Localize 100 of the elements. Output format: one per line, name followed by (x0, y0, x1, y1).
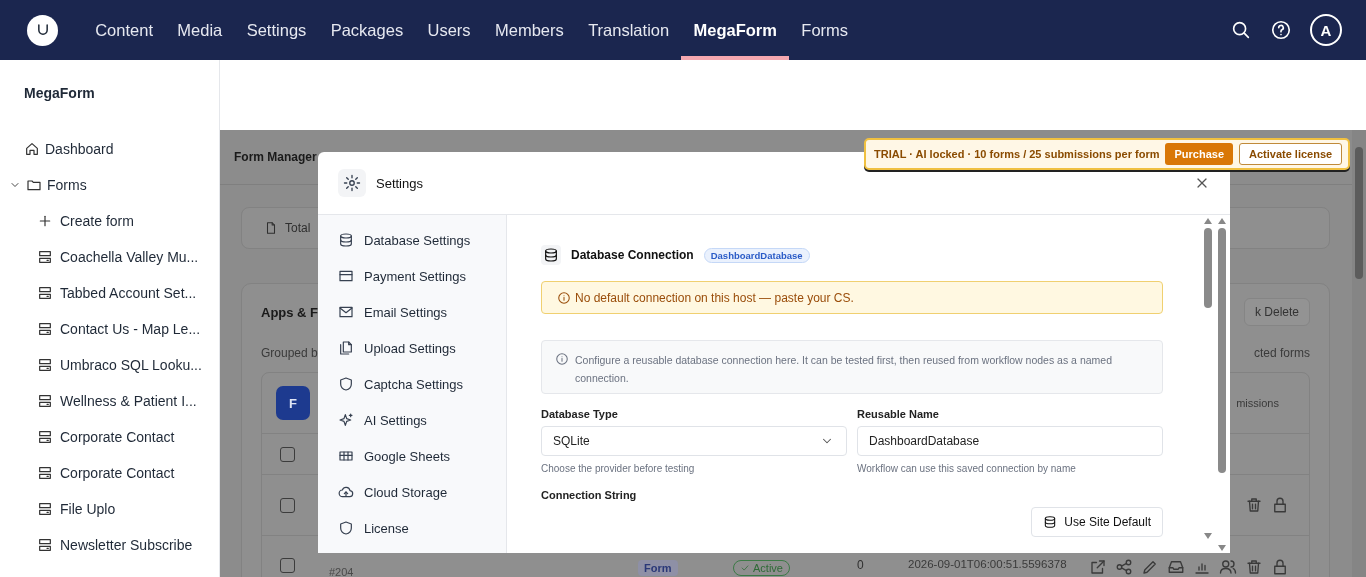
documents-icon (338, 340, 354, 356)
page-scrollbar[interactable] (1352, 130, 1366, 577)
plus-icon (37, 213, 53, 229)
submission-count: 0 (857, 558, 864, 572)
field-help-text: Workflow can use this saved connection by name (857, 463, 1077, 474)
form-avatar: F (276, 386, 310, 420)
settings-menu-item[interactable]: Cloud Storage (318, 474, 506, 510)
activate-license-button[interactable]: Activate license (1239, 143, 1343, 165)
tree-item[interactable]: Dashboard (0, 131, 219, 167)
gear-icon (338, 169, 366, 197)
home-icon (24, 141, 40, 157)
form-icon (37, 537, 53, 553)
row-checkbox[interactable] (280, 558, 295, 573)
form-icon (37, 465, 53, 481)
type-badge: Form (638, 560, 678, 576)
cloud-upload-icon (338, 484, 354, 500)
info-text: Configure a reusable database connection here. It can be tested first, then reused from workflow nodes as a named connection. (575, 353, 1113, 386)
form-icon (37, 429, 53, 445)
settings-menu-item[interactable]: Email Settings (318, 294, 506, 330)
settings-menu-item[interactable]: Upload Settings (318, 330, 506, 366)
selection-text: cted forms (1254, 346, 1310, 360)
tree-item[interactable]: Umbraco SQL Looku... (0, 347, 219, 383)
section-title: Database Connection (571, 248, 694, 262)
settings-menu-item[interactable]: License (318, 510, 506, 546)
trash-icon[interactable] (1245, 496, 1263, 514)
form-icon (37, 321, 53, 337)
settings-menu-item[interactable]: Payment Settings (318, 258, 506, 294)
lock-icon[interactable] (1271, 558, 1289, 576)
table-icon (338, 448, 354, 464)
credit-card-icon (338, 268, 354, 284)
database-icon (541, 245, 561, 265)
tree-item[interactable]: File Uplo (0, 491, 219, 527)
shield-icon (338, 376, 354, 392)
search-icon[interactable] (1230, 19, 1252, 41)
nav-tab[interactable]: Content (83, 0, 166, 60)
form-icon (37, 249, 53, 265)
tree-item[interactable]: Corporate Contact (0, 419, 219, 455)
tree-item[interactable]: Create form (0, 203, 219, 239)
info-icon (557, 290, 571, 305)
nav-tab[interactable]: Forms (789, 0, 861, 60)
share-icon[interactable] (1115, 558, 1133, 576)
settings-menu-item[interactable]: Database Settings (318, 222, 506, 258)
settings-menu-item[interactable]: Google Sheets (318, 438, 506, 474)
nav-tab[interactable]: Media (165, 0, 235, 60)
nav-tab[interactable]: Users (415, 0, 483, 60)
row-checkbox[interactable] (280, 446, 295, 462)
form-icon (37, 357, 53, 373)
field-help-text: Choose the provider before testing (541, 463, 696, 474)
date-text: 2026-09-01T06:00:51.5596378 (908, 558, 1067, 570)
form-id: #204 (329, 566, 354, 577)
logo-icon[interactable] (27, 14, 58, 46)
tree-item[interactable]: Tabbed Account Set... (0, 275, 219, 311)
external-link-icon[interactable] (1089, 558, 1107, 576)
envelope-icon (338, 304, 354, 320)
form-icon (37, 393, 53, 409)
form-icon (37, 501, 53, 517)
users-icon[interactable] (1219, 558, 1237, 576)
nav-tab[interactable]: Settings (234, 0, 319, 60)
tree-item[interactable]: Corporate Contact (0, 455, 219, 491)
field-label: Reusable Name (857, 408, 940, 420)
trial-text: TRIAL · AI locked · 10 forms / 25 submissions per form (874, 148, 1160, 160)
tree-item[interactable]: Newsletter Subscribe (0, 527, 219, 563)
database-icon (1043, 515, 1058, 529)
tree-item[interactable]: Coachella Valley Mu... (0, 239, 219, 275)
nav-tab[interactable]: Packages (318, 0, 416, 60)
document-icon (264, 221, 278, 235)
shield-icon (338, 520, 354, 536)
connection-tag: DashboardDatabase (703, 247, 810, 263)
database-type-select[interactable]: SQLite (541, 426, 847, 456)
lock-icon[interactable] (1271, 496, 1289, 514)
warning-text: No default connection on this host — paste your CS. (575, 290, 854, 305)
folder-icon (26, 177, 42, 193)
column-header[interactable]: missions (1236, 397, 1279, 409)
pencil-icon[interactable] (1141, 558, 1159, 576)
sidebar-title: MegaForm (23, 85, 96, 101)
grouping-text: Grouped b (261, 346, 318, 360)
inbox-icon[interactable] (1167, 558, 1185, 576)
sparkle-icon (338, 412, 354, 428)
nav-tab[interactable]: Translation (575, 0, 682, 60)
use-site-default-button[interactable]: Use Site Default (1031, 507, 1163, 537)
info-icon (555, 352, 569, 366)
settings-menu-item[interactable]: AI Settings (318, 402, 506, 438)
trash-icon[interactable] (1245, 558, 1263, 576)
tree-item[interactable]: Forms (0, 167, 219, 203)
form-icon (37, 285, 53, 301)
nav-tab[interactable]: Members (482, 0, 576, 60)
help-icon[interactable] (1270, 19, 1292, 41)
database-icon (338, 232, 354, 248)
bulk-delete-button[interactable]: k Delete (1243, 298, 1310, 326)
settings-menu-item[interactable]: Captcha Settings (318, 366, 506, 402)
page-title: Form Manager (234, 150, 317, 164)
card-title: Apps & F (261, 304, 319, 320)
stat-label: Total (285, 221, 311, 235)
tree-item[interactable]: Wellness & Patient I... (0, 383, 219, 419)
row-checkbox[interactable] (280, 497, 295, 513)
field-label: Connection String (541, 489, 638, 501)
reusable-name-field[interactable]: DashboardDatabase (857, 426, 1163, 456)
user-avatar[interactable]: A (1310, 14, 1342, 46)
tree-item[interactable]: Contact Us - Map Le... (0, 311, 219, 347)
field-label: Database Type (541, 408, 619, 420)
